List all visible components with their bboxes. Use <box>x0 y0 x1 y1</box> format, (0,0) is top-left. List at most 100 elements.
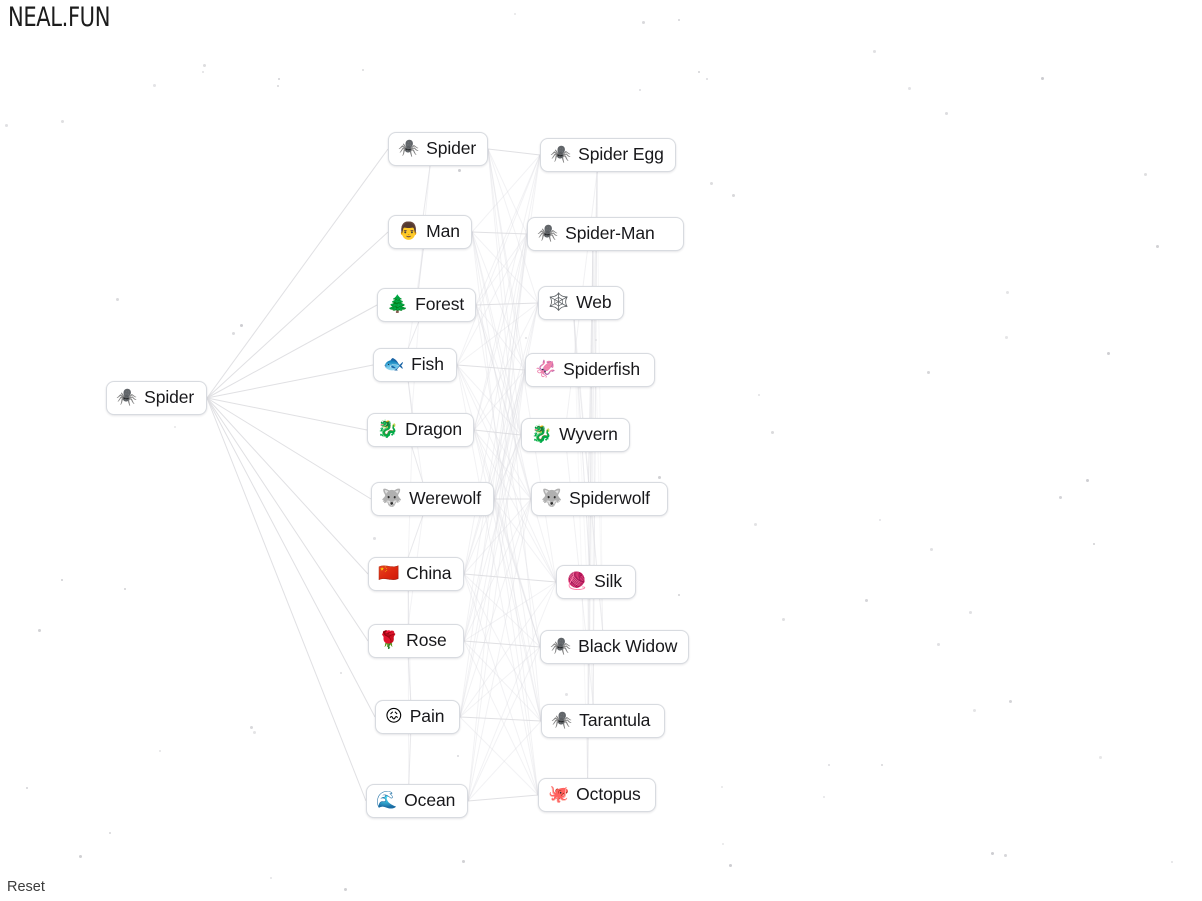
edge <box>463 498 532 642</box>
craft-node-label: Dragon <box>405 419 462 440</box>
edge <box>463 573 539 796</box>
edge <box>463 434 522 642</box>
rose-emoji: 🌹 <box>378 630 400 650</box>
background-dot <box>908 87 911 90</box>
background-dot <box>881 764 883 766</box>
edge <box>473 233 528 431</box>
craft-node-silk[interactable]: 🧶 Silk <box>556 565 636 599</box>
background-dot <box>927 371 930 374</box>
edge <box>471 231 522 436</box>
background-dot <box>1093 543 1095 545</box>
craft-node-octopus[interactable]: 🐙 Octopus <box>538 778 656 812</box>
edge <box>407 515 424 558</box>
craft-node-ocean[interactable]: 🌊 Ocean <box>366 784 468 818</box>
craft-node-fish[interactable]: 🐟 Fish <box>373 348 457 382</box>
china-flag-emoji: 🇨🇳 <box>378 563 400 583</box>
edge <box>206 397 369 642</box>
craft-node-root-spider[interactable]: 🕷️ Spider <box>106 381 207 415</box>
background-dot <box>253 731 256 734</box>
edge <box>475 304 532 500</box>
craft-node-spiderfish[interactable]: 🦑 Spiderfish <box>525 353 655 387</box>
edge <box>467 794 539 802</box>
background-dot <box>678 594 680 596</box>
edge <box>206 231 389 399</box>
background-dot <box>458 169 461 172</box>
spider-emoji: 🕷️ <box>551 710 573 730</box>
edge <box>463 640 542 722</box>
background-dot <box>1009 700 1012 703</box>
spider-emoji: 🕷️ <box>116 387 138 407</box>
background-dot <box>595 339 597 341</box>
craft-node-web[interactable]: 🕸️ Web <box>538 286 624 320</box>
octopus-emoji: 🐙 <box>548 784 570 804</box>
craft-node-spiderwolf[interactable]: 🐺 Spiderwolf <box>531 482 668 516</box>
craft-node-forest[interactable]: 🌲 Forest <box>377 288 477 322</box>
edge <box>493 434 522 500</box>
edge <box>459 716 539 796</box>
edge <box>407 381 413 414</box>
background-dot <box>1059 496 1062 499</box>
edge <box>487 148 526 371</box>
reset-button[interactable]: Reset <box>7 879 45 895</box>
dragon-emoji: 🐉 <box>531 424 553 444</box>
craft-node-man[interactable]: 👨 Man <box>388 215 472 249</box>
background-dot <box>79 855 82 858</box>
craft-node-label: Wyvern <box>559 424 618 445</box>
edge <box>467 581 557 802</box>
edge <box>206 304 378 399</box>
edge <box>411 446 424 483</box>
background-dot <box>5 124 8 127</box>
background-dot <box>344 888 347 891</box>
background-dot <box>729 864 732 867</box>
background-dot <box>754 523 757 526</box>
background-dot <box>758 394 760 396</box>
background-dot <box>879 519 881 521</box>
infinite-craft-canvas[interactable]: NEAL.FUN 🕷️ Spider 🕷️ Spider 👨 Man 🌲 Forest 🐟 Fis… <box>0 0 1202 901</box>
craft-node-china[interactable]: 🇨🇳 China <box>368 557 464 591</box>
fish-emoji: 🐟 <box>383 354 405 374</box>
edge <box>459 646 541 718</box>
craft-node-wyvern[interactable]: 🐉 Wyvern <box>521 418 630 452</box>
background-dot <box>240 324 243 327</box>
edge <box>587 171 598 779</box>
background-dot <box>278 78 280 80</box>
background-dot <box>124 588 126 590</box>
craft-node-black-widow[interactable]: 🕷️ Black Widow <box>540 630 690 664</box>
yarn-emoji: 🧶 <box>566 571 588 591</box>
edge <box>493 302 539 500</box>
background-dot <box>203 64 206 67</box>
background-dot <box>1099 756 1102 759</box>
edge <box>463 573 542 722</box>
craft-node-spider[interactable]: 🕷️ Spider <box>388 132 489 166</box>
edge <box>467 720 542 802</box>
craft-node-label: Spider <box>426 138 477 159</box>
confounded-emoji: 😖 <box>385 706 403 726</box>
edge <box>471 231 526 371</box>
craft-node-spider-egg[interactable]: 🕷️ Spider Egg <box>540 138 676 172</box>
edge <box>407 657 412 701</box>
craft-node-label: Forest <box>415 294 465 315</box>
edge <box>422 165 431 216</box>
edge <box>463 640 539 796</box>
craft-node-label: China <box>406 563 452 584</box>
neal-fun-logo[interactable]: NEAL.FUN <box>8 2 110 34</box>
edge <box>467 646 541 802</box>
craft-node-dragon[interactable]: 🐉 Dragon <box>367 413 474 447</box>
edge <box>473 154 541 431</box>
background-dot <box>153 84 156 87</box>
edge <box>493 233 528 500</box>
background-dot <box>457 755 459 757</box>
background-dot <box>771 431 774 434</box>
craft-node-werewolf[interactable]: 🐺 Werewolf <box>371 482 494 516</box>
edge <box>467 233 528 802</box>
craft-node-tarantula[interactable]: 🕷️ Tarantula <box>541 704 665 738</box>
craft-node-spider-man[interactable]: 🕷️ Spider-Man <box>527 217 684 251</box>
edge <box>473 429 522 436</box>
craft-node-rose[interactable]: 🌹 Rose <box>368 624 464 658</box>
craft-node-pain[interactable]: 😖 Pain <box>375 700 460 734</box>
background-dot <box>1006 291 1009 294</box>
edge <box>471 231 528 235</box>
spider-emoji: 🕷️ <box>398 138 420 158</box>
craft-node-label: Spiderwolf <box>569 488 650 509</box>
background-dot <box>1107 352 1110 355</box>
